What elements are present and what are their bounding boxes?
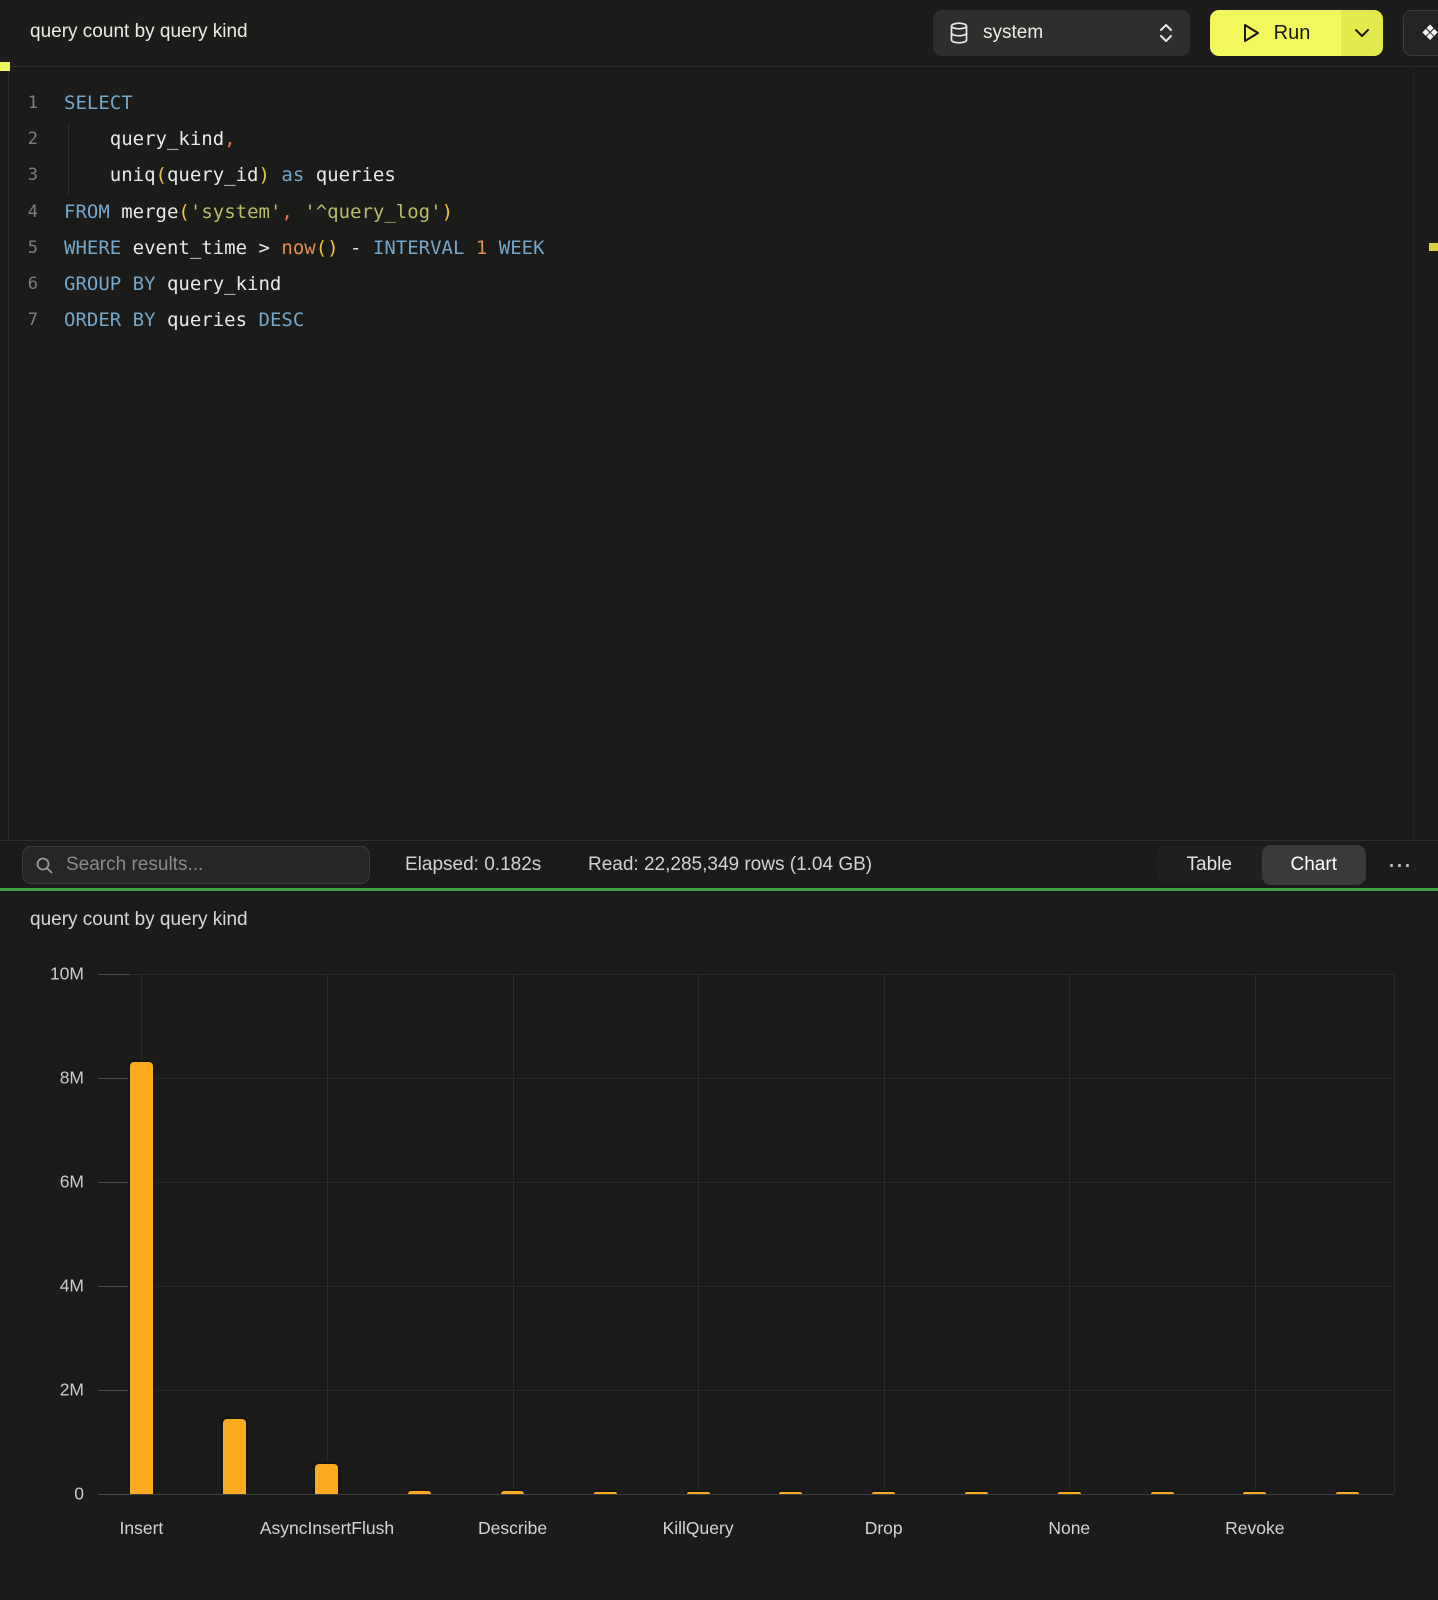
bar	[406, 1489, 433, 1494]
tab-chart[interactable]: Chart	[1262, 845, 1367, 885]
bar	[1149, 1490, 1176, 1494]
x-tick-label: Describe	[418, 1518, 608, 1539]
code-line: 2 query_kind,	[0, 121, 1418, 157]
y-tick-label: 6M	[24, 1172, 84, 1193]
gridline-vertical	[698, 974, 699, 1494]
read-stat: Read: 22,285,349 rows (1.04 GB)	[588, 841, 872, 889]
y-axis-tick	[98, 974, 130, 975]
updown-chevron-icon	[1158, 21, 1174, 45]
plot-right-border	[1394, 974, 1395, 1494]
bar	[499, 1489, 526, 1494]
line-number: 2	[0, 129, 38, 149]
search-input[interactable]	[64, 853, 357, 877]
header: query count by query kind system Run ❖	[0, 0, 1438, 67]
y-tick-label: 8M	[24, 1068, 84, 1089]
line-number: 1	[0, 93, 38, 113]
bar	[592, 1490, 619, 1494]
bar	[777, 1490, 804, 1494]
sql-editor[interactable]: 1SELECT2 query_kind,3 uniq(query_id) as …	[0, 67, 1438, 840]
bar	[685, 1490, 712, 1494]
y-axis-tick	[98, 1078, 130, 1079]
y-axis-tick	[98, 1286, 130, 1287]
gridline-horizontal	[98, 1390, 1394, 1391]
y-tick-label: 2M	[24, 1380, 84, 1401]
code-text: ORDER BY queries DESC	[64, 302, 304, 338]
code-text: GROUP BY query_kind	[64, 266, 281, 302]
run-options-dropdown[interactable]	[1341, 10, 1383, 56]
bar	[1056, 1490, 1083, 1494]
run-button-label: Run	[1274, 22, 1311, 45]
ai-assist-button[interactable]: ❖	[1403, 10, 1438, 56]
bar	[1334, 1490, 1361, 1494]
code-text: uniq(query_id) as queries	[64, 157, 396, 193]
code-text: SELECT	[64, 85, 133, 121]
code-line: 3 uniq(query_id) as queries	[0, 157, 1418, 193]
line-number: 3	[0, 165, 38, 185]
chevron-down-icon	[1354, 28, 1370, 38]
gridline-horizontal	[98, 1286, 1394, 1287]
gridline-horizontal	[98, 1494, 1394, 1495]
play-icon	[1241, 22, 1261, 44]
run-button[interactable]: Run	[1210, 10, 1341, 56]
gridline-horizontal	[98, 1078, 1394, 1079]
editor-edge-marker	[0, 62, 10, 71]
x-tick-label: Revoke	[1160, 1518, 1350, 1539]
bar	[870, 1490, 897, 1494]
gridline-horizontal	[98, 1182, 1394, 1183]
x-tick-label: KillQuery	[603, 1518, 793, 1539]
code-line: 4 FROM merge('system', '^query_log')	[0, 194, 1418, 230]
line-number: 7	[0, 310, 38, 330]
y-axis-tick	[98, 1390, 130, 1391]
chart-title: query count by query kind	[30, 909, 248, 931]
more-options-button[interactable]: ⋯	[1380, 847, 1420, 883]
search-box[interactable]	[22, 846, 370, 884]
results-toolbar: Elapsed: 0.182s Read: 22,285,349 rows (1…	[0, 840, 1438, 889]
y-axis-tick	[98, 1182, 130, 1183]
line-number: 6	[0, 274, 38, 294]
code-text: FROM merge('system', '^query_log')	[64, 194, 453, 230]
search-icon	[35, 856, 54, 875]
y-tick-label: 4M	[24, 1276, 84, 1297]
line-number: 4	[0, 202, 38, 222]
elapsed-stat: Elapsed: 0.182s	[405, 841, 541, 889]
gridline-horizontal	[98, 974, 1394, 975]
run-button-group: Run	[1210, 10, 1383, 56]
bar	[221, 1417, 248, 1494]
view-toggle: Table Chart	[1157, 845, 1366, 885]
ellipsis-icon: ⋯	[1388, 851, 1413, 880]
bar	[313, 1462, 340, 1494]
code-line: 7 ORDER BY queries DESC	[0, 302, 1418, 338]
x-tick-label: Insert	[46, 1518, 236, 1539]
database-selector[interactable]: system	[933, 10, 1190, 56]
x-tick-label: AsyncInsertFlush	[232, 1518, 422, 1539]
y-tick-label: 0	[24, 1484, 84, 1505]
code-line: 6 GROUP BY query_kind	[0, 266, 1418, 302]
x-tick-label: Drop	[789, 1518, 979, 1539]
bar	[963, 1490, 990, 1494]
overview-ruler-marker	[1429, 243, 1438, 251]
gridline-vertical	[1069, 974, 1070, 1494]
code-line: 1 SELECT	[0, 85, 1418, 121]
database-selector-value: system	[983, 22, 1158, 44]
line-number: 5	[0, 238, 38, 258]
code-text: query_kind,	[64, 121, 236, 157]
code-text: WHERE event_time > now() - INTERVAL 1 WE…	[64, 230, 545, 266]
code-line: 5 WHERE event_time > now() - INTERVAL 1 W…	[0, 230, 1418, 266]
gridline-vertical	[327, 974, 328, 1494]
code-lines: 1SELECT2 query_kind,3 uniq(query_id) as …	[0, 85, 1418, 338]
gridline-vertical	[884, 974, 885, 1494]
gridline-vertical	[513, 974, 514, 1494]
page-title: query count by query kind	[30, 21, 248, 43]
sparkle-icon: ❖	[1421, 21, 1438, 46]
y-tick-label: 10M	[24, 964, 84, 985]
database-icon	[949, 22, 969, 44]
tab-table[interactable]: Table	[1157, 845, 1262, 885]
y-axis-tick	[98, 1494, 130, 1495]
x-tick-label: None	[974, 1518, 1164, 1539]
bar	[128, 1060, 155, 1494]
bar	[1241, 1490, 1268, 1494]
gridline-vertical	[1255, 974, 1256, 1494]
chart-panel: query count by query kind 10M 8M 6M 4M 2M 0 In…	[0, 891, 1438, 1600]
